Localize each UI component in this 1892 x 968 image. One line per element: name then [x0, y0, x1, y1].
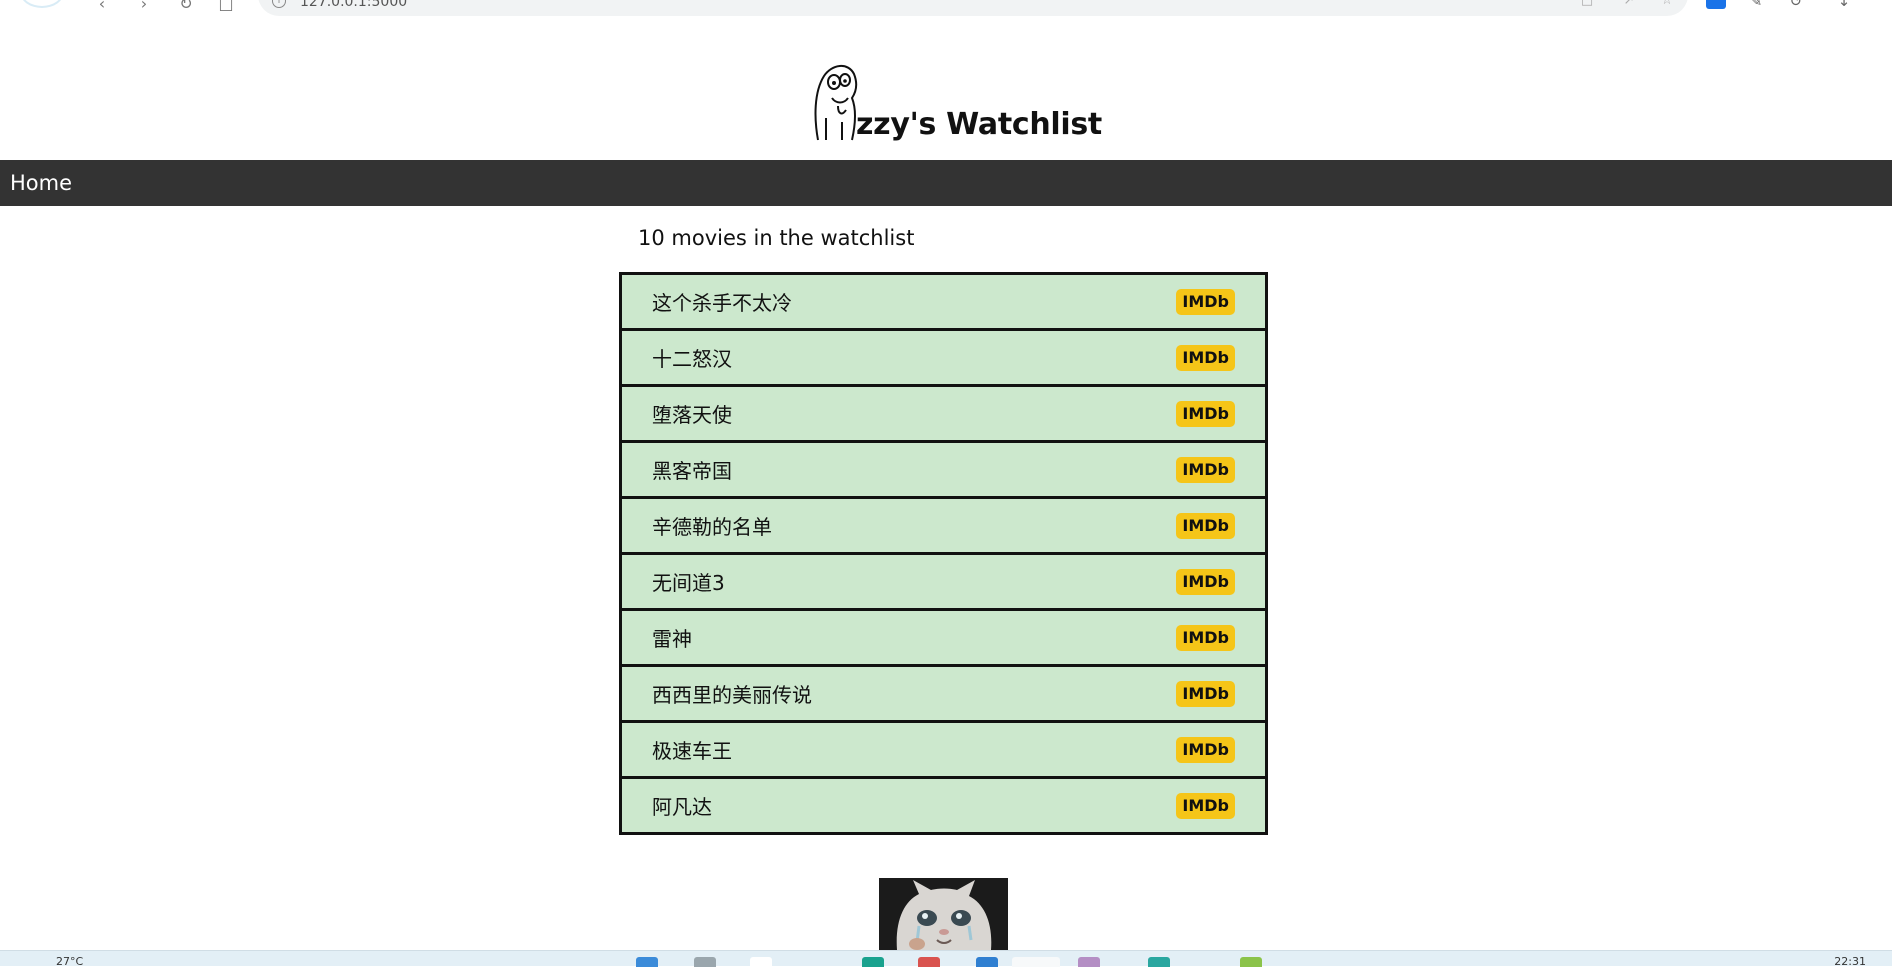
browser-logo-icon[interactable] — [20, 0, 64, 8]
collections-icon[interactable]: ↺ — [1786, 0, 1806, 10]
movie-list-item: 阿凡达 IMDb — [619, 776, 1268, 835]
movie-list-item: 辛德勒的名单 IMDb — [619, 496, 1268, 555]
imdb-link-button[interactable]: IMDb — [1176, 344, 1235, 371]
back-icon[interactable]: ‹ — [92, 0, 112, 14]
home-icon[interactable]: □ — [216, 0, 236, 14]
ghost-doodle-icon — [814, 65, 858, 141]
refresh-icon[interactable]: ↻ — [176, 0, 196, 14]
imdb-link-button[interactable]: IMDb — [1176, 456, 1235, 483]
movie-title: 极速车王 — [652, 739, 732, 763]
read-aloud-icon[interactable]: ↗ — [1620, 0, 1638, 8]
movie-title: 堕落天使 — [652, 403, 732, 427]
address-text[interactable]: 127.0.0.1:5000 — [300, 0, 407, 10]
site-title: zzy's Watchlist — [856, 107, 1102, 142]
app-available-icon[interactable]: □ — [1578, 0, 1596, 8]
movie-count: 10 movies in the watchlist — [638, 226, 915, 250]
movie-list-item: 黑客帝国 IMDb — [619, 440, 1268, 499]
browser-toolbar: ‹ › ↻ □ i 127.0.0.1:5000 □ ↗ ☆ ✎ ↺ ↧ — [0, 0, 1892, 18]
imdb-link-button[interactable]: IMDb — [1176, 680, 1235, 707]
movie-list-item: 这个杀手不太冷 IMDb — [619, 272, 1268, 331]
movie-title: 西西里的美丽传说 — [652, 683, 812, 707]
movie-title: 十二怒汉 — [652, 347, 732, 371]
forward-icon[interactable]: › — [134, 0, 154, 14]
taskbar-weather[interactable]: 27°C — [56, 955, 83, 968]
address-bar[interactable] — [258, 0, 1688, 16]
movie-title: 辛德勒的名单 — [652, 515, 772, 539]
movie-title: 雷神 — [652, 627, 692, 651]
imdb-link-button[interactable]: IMDb — [1176, 624, 1235, 651]
favorites-icon[interactable]: ✎ — [1746, 0, 1766, 10]
imdb-link-button[interactable]: IMDb — [1176, 792, 1235, 819]
movie-list-item: 极速车王 IMDb — [619, 720, 1268, 779]
movie-list-item: 西西里的美丽传说 IMDb — [619, 664, 1268, 723]
nav-home-link[interactable]: Home — [10, 160, 72, 206]
taskbar: 27°C 22:31 — [0, 950, 1892, 968]
movie-list-item: 雷神 IMDb — [619, 608, 1268, 667]
imdb-link-button[interactable]: IMDb — [1176, 400, 1235, 427]
movie-title: 无间道3 — [652, 571, 725, 595]
downloads-icon[interactable]: ↧ — [1834, 0, 1854, 10]
site-header: zzy's Watchlist — [0, 44, 1892, 160]
taskbar-clock[interactable]: 22:31 — [1834, 955, 1866, 968]
favorite-star-icon[interactable]: ☆ — [1658, 0, 1676, 8]
movie-list: 这个杀手不太冷 IMDb 十二怒汉 IMDb 堕落天使 IMDb 黑客帝国 IM… — [619, 272, 1268, 835]
imdb-link-button[interactable]: IMDb — [1176, 512, 1235, 539]
movie-title: 阿凡达 — [652, 795, 712, 819]
top-nav: Home — [0, 160, 1892, 206]
movie-title: 这个杀手不太冷 — [652, 291, 792, 315]
movie-list-item: 无间道3 IMDb — [619, 552, 1268, 611]
header-brand: zzy's Watchlist — [812, 52, 1102, 144]
imdb-link-button[interactable]: IMDb — [1176, 288, 1235, 315]
movie-list-item: 堕落天使 IMDb — [619, 384, 1268, 443]
imdb-link-button[interactable]: IMDb — [1176, 736, 1235, 763]
crying-cat-image — [879, 878, 1008, 950]
translate-icon[interactable] — [1706, 0, 1726, 9]
movie-title: 黑客帝国 — [652, 459, 732, 483]
movie-list-item: 十二怒汉 IMDb — [619, 328, 1268, 387]
imdb-link-button[interactable]: IMDb — [1176, 568, 1235, 595]
